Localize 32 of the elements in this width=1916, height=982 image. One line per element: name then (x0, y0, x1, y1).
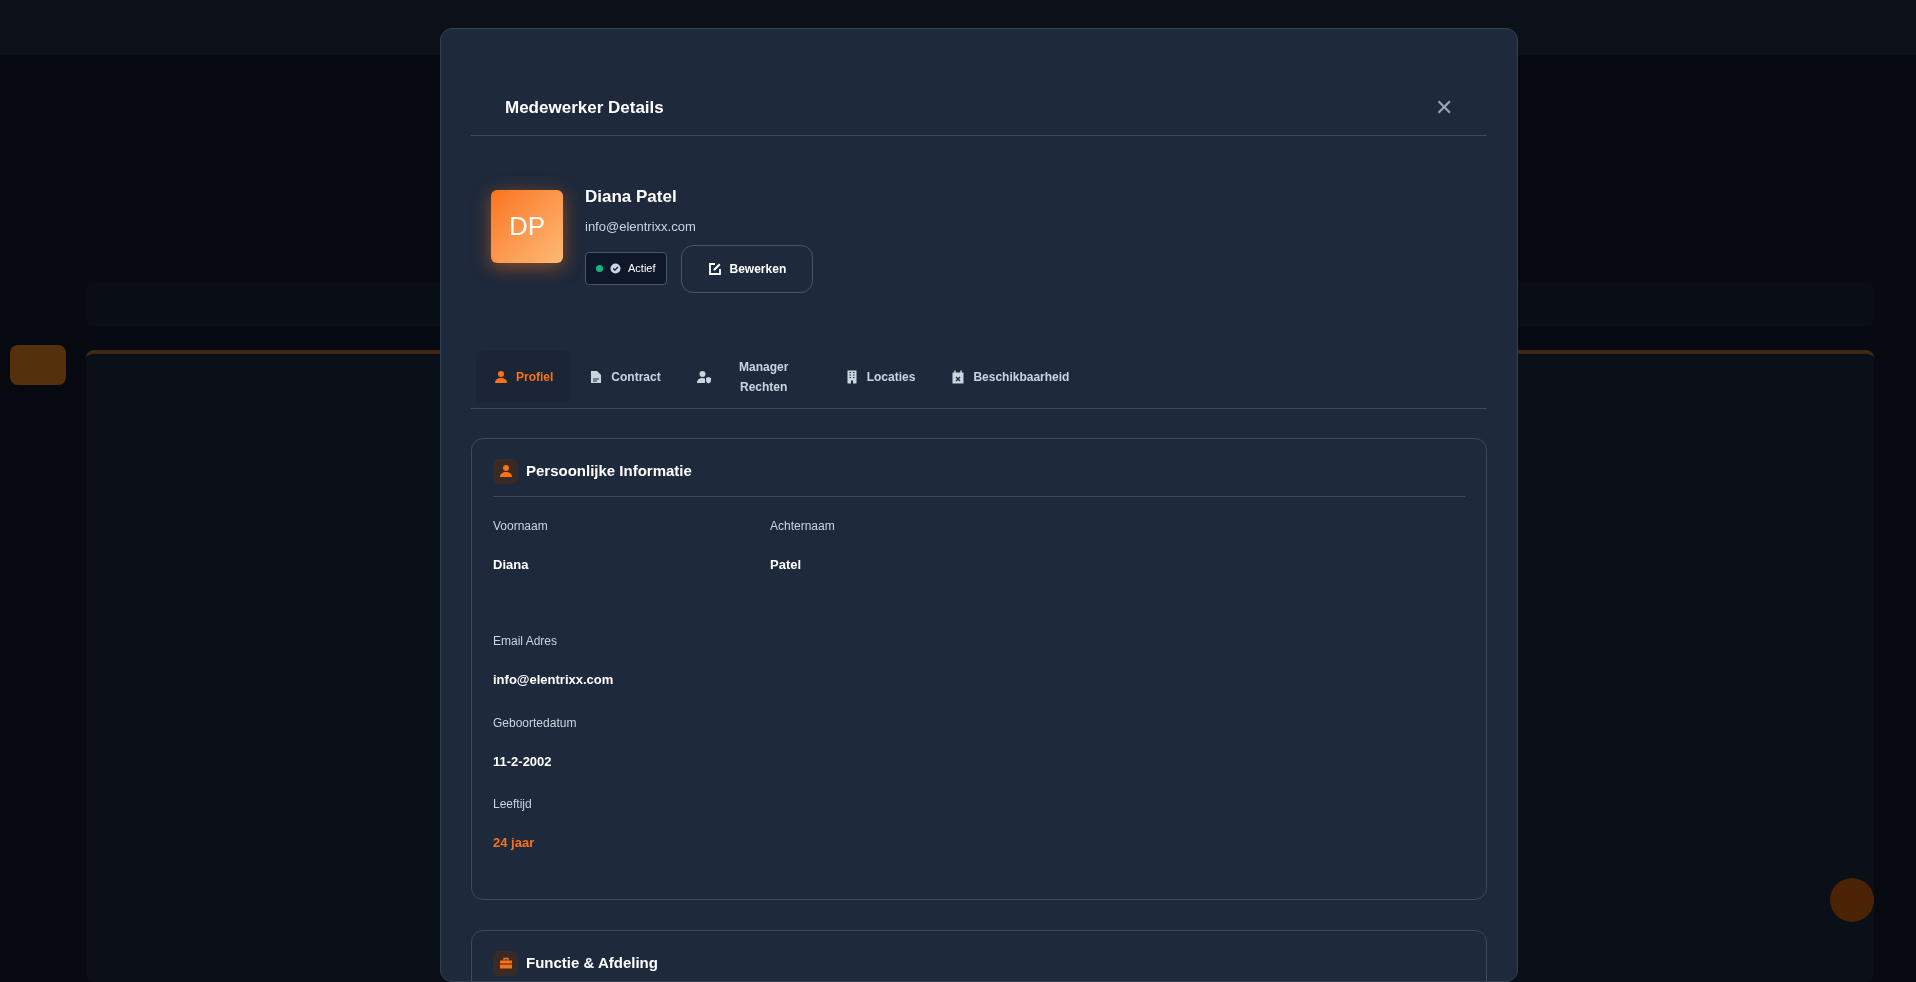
field-value: info@elentrixx.com (493, 671, 615, 689)
employee-name: Diana Patel (585, 185, 678, 208)
document-icon (589, 370, 604, 384)
field-label: Voornaam (493, 517, 549, 535)
tab[interactable]: Locaties (826, 351, 934, 403)
employee-email: info@elentrixx.com (585, 218, 697, 236)
section-title: Functie & Afdeling (526, 952, 658, 973)
field-value: 11-2-2002 (493, 752, 553, 771)
field-label: Email Adres (493, 633, 559, 650)
field-label: Leeftijd (493, 796, 533, 813)
user-icon (498, 464, 513, 478)
edit-button[interactable]: Bewerken (680, 244, 814, 293)
modal-title: Medewerker Details (505, 97, 664, 119)
tab[interactable]: Manager Rechten (678, 351, 827, 403)
user-icon (494, 370, 508, 384)
status-label: Actief (628, 260, 656, 276)
calendar-icon (951, 370, 966, 384)
field-value: Patel (770, 555, 803, 574)
tab[interactable]: Contract (571, 351, 679, 403)
field-label: Geboortedatum (493, 714, 578, 732)
field-label: Achternaam (770, 517, 836, 535)
edit-icon (707, 261, 722, 276)
close-button[interactable]: ✕ (1435, 96, 1453, 119)
avatar: DP (491, 189, 563, 263)
field-value: Diana (493, 555, 530, 574)
field-value: 24 jaar (493, 834, 536, 852)
tab[interactable]: Beschikbaarheid (933, 351, 1082, 403)
section-title: Persoonlijke Informatie (526, 460, 692, 481)
briefcase-icon (498, 956, 513, 970)
user-shield-icon (696, 370, 711, 384)
tab[interactable]: Profiel (476, 351, 572, 403)
check-circle-icon (610, 262, 621, 274)
